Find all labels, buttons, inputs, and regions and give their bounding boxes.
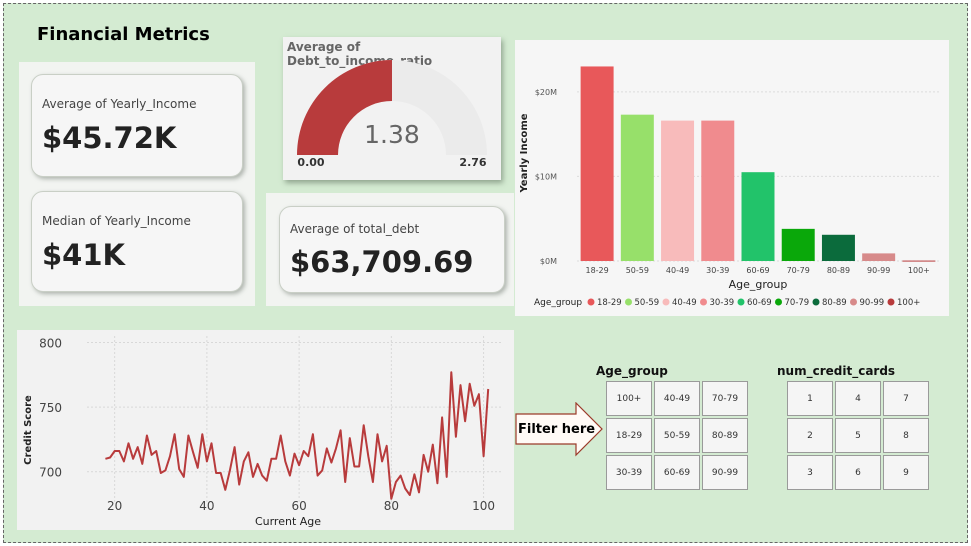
bar-40-49 xyxy=(661,120,695,261)
legend-item-label: 90-99 xyxy=(860,298,885,308)
avg-debt-card[interactable]: Average of total_debt $63,709.69 xyxy=(279,206,505,293)
cards-option-6[interactable]: 6 xyxy=(835,455,881,490)
cards-option-5[interactable]: 5 xyxy=(835,418,881,453)
line-xtick-label: 40 xyxy=(199,499,214,513)
legend-item-label: 18-29 xyxy=(597,298,622,308)
filter-label: Filter here xyxy=(518,422,596,437)
legend-marker xyxy=(812,298,820,306)
age-option-100+[interactable]: 100+ xyxy=(606,381,652,416)
line-xlabel: Current Age xyxy=(255,515,321,528)
bar-100+ xyxy=(902,260,936,262)
legend-marker xyxy=(700,298,707,306)
credit-score-chart[interactable]: 800 750 700 20 40 60 80 100 Credit Score Curre… xyxy=(17,330,514,530)
age-option-60-69[interactable]: 60-69 xyxy=(654,455,700,490)
avg-debt-label: Average of total_debt xyxy=(290,222,420,236)
bar-chart-svg: 18-29 50-59 40-49 30-39 60-69 70-79 80-89 90-99… xyxy=(519,66,939,308)
page-title: Financial Metrics xyxy=(37,24,210,45)
median-income-label: Median of Yearly_Income xyxy=(42,214,191,228)
gauge-max: 2.76 xyxy=(459,156,486,169)
legend-marker xyxy=(887,298,895,306)
credit-score-series xyxy=(105,371,490,500)
age-option-70-79[interactable]: 70-79 xyxy=(702,381,748,416)
credit-cards-slicer-title: num_credit_cards xyxy=(777,364,896,378)
legend-item-label: 70-79 xyxy=(785,298,810,308)
bar-ytick-label: $20M xyxy=(535,88,557,97)
bar-90-99 xyxy=(862,253,896,261)
bar-xtick-label: 40-49 xyxy=(666,266,689,275)
filter-hint: Filter here xyxy=(514,401,606,462)
legend-marker xyxy=(850,298,857,306)
gauge-value: 1.38 xyxy=(364,120,420,149)
cards-option-2[interactable]: 2 xyxy=(787,418,833,453)
legend-marker xyxy=(662,298,670,306)
bar-xtick-label: 70-79 xyxy=(787,266,810,275)
avg-debt-value: $63,709.69 xyxy=(290,245,474,279)
legend-marker xyxy=(587,298,595,306)
line-xtick-label: 20 xyxy=(107,499,122,513)
line-ytick-label: 750 xyxy=(39,401,62,415)
cards-option-8[interactable]: 8 xyxy=(883,418,929,453)
income-by-age-chart[interactable]: 18-29 50-59 40-49 30-39 60-69 70-79 80-89 90-99… xyxy=(515,40,949,316)
bar-50-59 xyxy=(620,114,654,261)
avg-income-value: $45.72K xyxy=(42,121,177,155)
line-xtick-label: 60 xyxy=(291,499,306,513)
age-group-slicer-title: Age_group xyxy=(596,364,668,378)
median-income-card[interactable]: Median of Yearly_Income $41K xyxy=(31,191,243,292)
avg-income-label: Average of Yearly_Income xyxy=(42,97,197,111)
cards-option-9[interactable]: 9 xyxy=(883,455,929,490)
bar-60-69 xyxy=(741,172,775,261)
bar-30-39 xyxy=(701,120,735,261)
legend-item-label: 80-89 xyxy=(822,298,847,308)
bar-xlabel: Age_group xyxy=(729,278,788,291)
gauge-svg: 1.38 0.00 2.76 xyxy=(297,60,487,169)
line-ylabel: Credit Score xyxy=(23,395,34,465)
legend-item-label: 50-59 xyxy=(635,298,660,308)
age-option-90-99[interactable]: 90-99 xyxy=(702,455,748,490)
avg-income-card[interactable]: Average of Yearly_Income $45.72K xyxy=(31,74,243,177)
gauge-min: 0.00 xyxy=(297,156,324,169)
legend-item-label: 40-49 xyxy=(672,298,697,308)
debt-ratio-gauge[interactable]: Average of Debt_to_income_ratio 1.38 0.0… xyxy=(283,37,501,180)
legend-marker xyxy=(737,298,745,306)
age-option-30-39[interactable]: 30-39 xyxy=(606,455,652,490)
bar-ytick-label: $0M xyxy=(540,257,557,266)
bar-xtick-label: 50-59 xyxy=(626,266,649,275)
bar-xtick-label: 80-89 xyxy=(827,266,850,275)
age-option-18-29[interactable]: 18-29 xyxy=(606,418,652,453)
line-xtick-label: 80 xyxy=(384,499,399,513)
line-ytick-label: 800 xyxy=(39,336,62,350)
age-option-80-89[interactable]: 80-89 xyxy=(702,418,748,453)
legend-item-label: 60-69 xyxy=(747,298,772,308)
median-income-value: $41K xyxy=(42,238,126,272)
cards-option-3[interactable]: 3 xyxy=(787,455,833,490)
bar-ylabel: Yearly Income xyxy=(519,113,530,193)
bar-ytick-label: $10M xyxy=(535,172,557,181)
legend-item-label: 100+ xyxy=(897,298,920,308)
age-option-50-59[interactable]: 50-59 xyxy=(654,418,700,453)
legend-title: Age_group xyxy=(534,298,582,308)
bar-70-79 xyxy=(781,228,815,261)
line-xtick-label: 100 xyxy=(472,499,495,513)
age-option-40-49[interactable]: 40-49 xyxy=(654,381,700,416)
bar-xtick-label: 30-39 xyxy=(706,266,729,275)
legend-marker xyxy=(625,298,632,306)
line-chart-svg: 800 750 700 20 40 60 80 100 Credit Score Curre… xyxy=(23,336,502,528)
legend-item-label: 30-39 xyxy=(710,298,735,308)
cards-option-4[interactable]: 4 xyxy=(835,381,881,416)
line-ytick-label: 700 xyxy=(39,466,62,480)
cards-option-7[interactable]: 7 xyxy=(883,381,929,416)
bar-xtick-label: 60-69 xyxy=(746,266,769,275)
cards-option-1[interactable]: 1 xyxy=(787,381,833,416)
bar-xtick-label: 18-29 xyxy=(585,266,608,275)
legend-marker xyxy=(775,298,782,306)
bar-xtick-label: 90-99 xyxy=(867,266,890,275)
bar-80-89 xyxy=(821,234,855,261)
bar-18-29 xyxy=(580,66,614,261)
bar-xtick-label: 100+ xyxy=(908,266,930,275)
